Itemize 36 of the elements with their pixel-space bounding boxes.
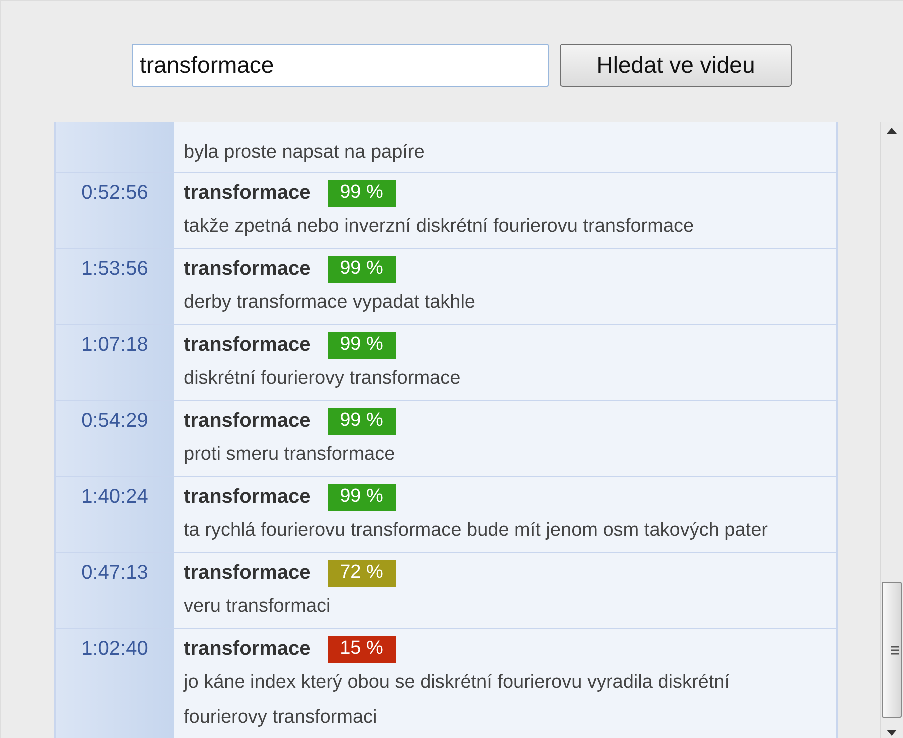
scrollbar[interactable]	[880, 122, 903, 738]
transcript-text: derby transformace vypadat takhle	[184, 291, 476, 315]
scroll-up-icon[interactable]	[887, 128, 898, 134]
confidence-badge: 99 %	[328, 484, 396, 510]
transcript-text: proti smeru transformace	[184, 443, 396, 467]
transcript-text: ta rychlá fourierovu transformace bude mít jenom osm takových pater	[184, 519, 769, 543]
confidence-badge: 99 %	[328, 180, 396, 206]
timestamp[interactable]: 0:54:29	[82, 407, 148, 476]
transcript-text: jo káne index který obou se diskrétní fourierovu vyradila diskrétní fourierovy transformaci	[184, 671, 731, 730]
transcript-text: diskrétní fourierovy transformace	[184, 367, 462, 391]
search-button[interactable]: Hledat ve videu	[560, 44, 792, 87]
keyword: transformace	[184, 561, 311, 586]
scroll-down-icon[interactable]	[887, 730, 898, 736]
scrollbar-thumb[interactable]	[882, 582, 902, 718]
keyword: transformace	[184, 637, 311, 662]
timestamp[interactable]: 1:07:18	[82, 331, 148, 400]
keyword: transformace	[184, 333, 311, 358]
timestamp[interactable]: 1:53:56	[82, 255, 148, 324]
timestamp[interactable]: 1:02:40	[82, 635, 148, 738]
search-field[interactable]: transformace	[132, 44, 549, 87]
keyword: transformace	[184, 257, 311, 282]
timestamp[interactable]: 0:52:56	[82, 179, 148, 248]
confidence-badge: 15 %	[328, 636, 396, 662]
timestamp[interactable]: 1:40:24	[82, 483, 148, 552]
confidence-badge: 99 %	[328, 408, 396, 434]
timestamp[interactable]: 0:47:13	[82, 559, 148, 628]
confidence-badge: 72 %	[328, 560, 396, 586]
keyword: transformace	[184, 181, 311, 206]
confidence-badge: 99 %	[328, 256, 396, 282]
transcript-text: veru transformaci	[184, 595, 332, 619]
transcript-text: takže zpetná nebo inverzní diskrétní fourierovu transformace	[184, 215, 696, 239]
grip-icon	[891, 646, 900, 654]
keyword: transformace	[184, 409, 311, 434]
confidence-badge: 99 %	[328, 332, 396, 358]
keyword: transformace	[184, 485, 311, 510]
transcript-text: byla proste napsat na papíre	[184, 142, 425, 163]
